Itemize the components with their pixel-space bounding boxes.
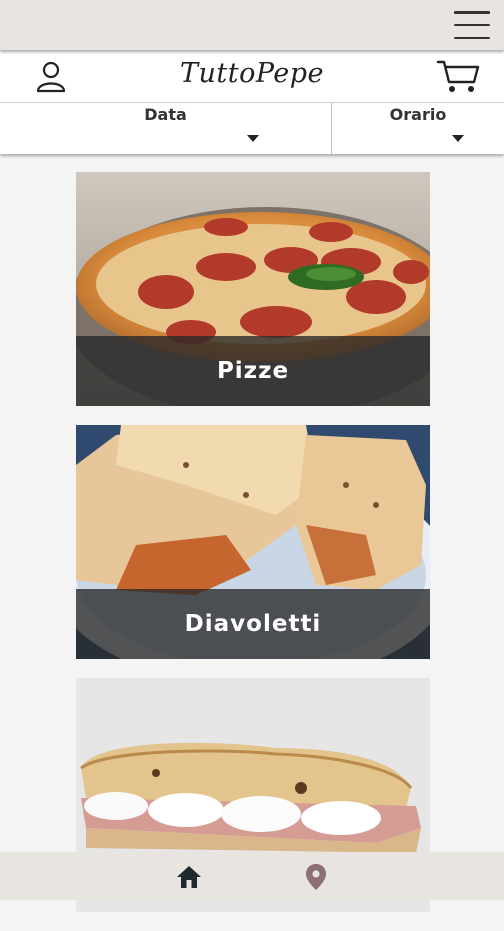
date-dropdown[interactable]: Data xyxy=(0,102,332,154)
date-label: Data xyxy=(144,105,187,124)
chevron-down-icon xyxy=(452,135,464,142)
category-title: Diavoletti xyxy=(76,589,430,659)
category-card-pizze[interactable]: Pizze xyxy=(76,172,430,406)
time-label: Orario xyxy=(389,105,447,124)
cart-icon[interactable] xyxy=(436,58,480,94)
category-card-diavoletti[interactable]: Diavoletti xyxy=(76,425,430,659)
filter-bar: Data Orario xyxy=(0,102,504,154)
home-icon[interactable] xyxy=(176,864,202,890)
location-pin-icon[interactable] xyxy=(305,863,327,891)
header: TuttoPepe xyxy=(0,50,504,103)
top-app-bar xyxy=(0,0,504,50)
time-dropdown[interactable]: Orario xyxy=(332,102,504,154)
category-title: Pizze xyxy=(76,336,430,406)
chevron-down-icon xyxy=(247,135,259,142)
bottom-navigation xyxy=(0,852,504,900)
hamburger-menu-icon[interactable] xyxy=(454,11,490,39)
brand-logo: TuttoPepe xyxy=(179,58,325,89)
category-list: Pizze Diavoletti xyxy=(76,172,430,931)
